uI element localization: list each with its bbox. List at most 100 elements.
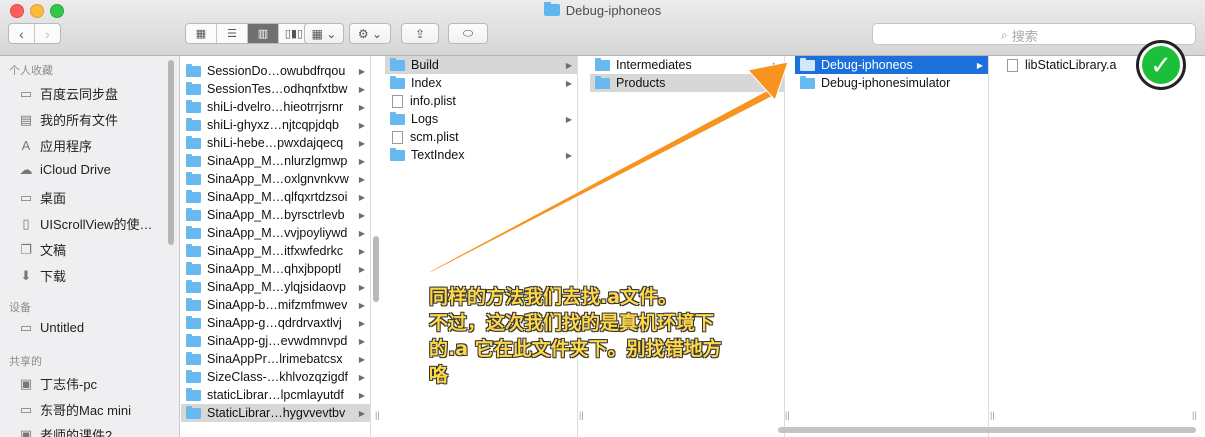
tags-button[interactable]: ⬭ <box>448 23 488 44</box>
disclosure-arrow-icon: ▶ <box>358 84 365 94</box>
back-button[interactable]: ‹ <box>9 24 35 43</box>
sidebar-item-untitled[interactable]: ▭ Untitled <box>18 320 168 335</box>
list-item[interactable]: SinaAppPr…lrimebatcsx ▶ <box>181 350 370 368</box>
folder-icon <box>186 333 201 347</box>
list-item[interactable]: Debug-iphoneos ▶ <box>795 56 988 74</box>
list-item-label: Intermediates <box>616 58 692 72</box>
forward-button[interactable]: › <box>35 24 60 43</box>
list-item[interactable]: SinaApp_M…itfxwfedrkc ▶ <box>181 242 370 260</box>
sidebar-item-applications[interactable]: A 应用程序 <box>18 136 168 155</box>
list-item[interactable]: shiLi-dvelro…hieotrrjsrnr ▶ <box>181 98 370 116</box>
sidebar-item-uiscrollview[interactable]: ▯ UIScrollView的使… <box>18 214 168 233</box>
list-item[interactable]: SinaApp_M…qhxjbpoptl ▶ <box>181 260 370 278</box>
column-5-resize-handle[interactable]: || <box>1192 410 1197 420</box>
list-item[interactable]: scm.plist <box>385 128 577 146</box>
sidebar-item-mac-mini[interactable]: ▭ 东哥的Mac mini <box>18 400 168 419</box>
sidebar-item-all-files[interactable]: ▤ 我的所有文件 <box>18 110 168 129</box>
folder-icon <box>390 111 405 125</box>
documents-icon: ❐ <box>20 241 32 257</box>
horizontal-scrollbar[interactable] <box>778 427 1196 433</box>
list-item[interactable]: Logs ▶ <box>385 110 577 128</box>
list-item[interactable]: Build ▶ <box>385 56 577 74</box>
folder-icon <box>800 75 815 89</box>
list-item[interactable]: SinaApp_M…oxlgnvnkvw ▶ <box>181 170 370 188</box>
list-item-label: SessionTes…odhqnfxtbw <box>207 82 348 96</box>
list-item[interactable]: SinaApp_M…vvjpoyliywd ▶ <box>181 224 370 242</box>
column-4-resize-handle[interactable]: || <box>990 410 995 420</box>
search-placeholder: 搜索 <box>1011 29 1038 44</box>
sidebar-item-pc[interactable]: ▣ 丁志伟-pc <box>18 374 168 393</box>
annotation-text: 同样的方法我们去找.a文件。 不过，这次我们找的是真机环境下的.a 它在此文件夹… <box>429 284 729 388</box>
folder-icon <box>186 351 201 365</box>
column-2-resize-handle[interactable]: || <box>579 410 584 420</box>
list-item[interactable]: SinaApp-b…mifzmfmwev ▶ <box>181 296 370 314</box>
disclosure-arrow-icon: ▶ <box>565 60 572 70</box>
sidebar-scrollbar[interactable] <box>168 60 174 245</box>
sidebar-item-desktop[interactable]: ▭ 桌面 <box>18 188 168 207</box>
list-item[interactable]: Index ▶ <box>385 74 577 92</box>
grid-icon: ▦ <box>195 28 207 40</box>
folder-icon <box>543 2 560 16</box>
folder-icon <box>595 75 610 89</box>
folder-icon <box>186 405 201 419</box>
sidebar-item-documents[interactable]: ❐ 文稿 <box>18 240 168 259</box>
icon-view-button[interactable]: ▦ <box>186 24 217 43</box>
list-item[interactable]: SizeClass-…khlvozqzigdf ▶ <box>181 368 370 386</box>
document-icon <box>392 94 403 108</box>
columns-icon: ▥ <box>257 28 269 40</box>
list-item[interactable]: SinaApp_M…qlfqxrtdzsoi ▶ <box>181 188 370 206</box>
folder-icon <box>390 147 405 161</box>
list-item[interactable]: Products ▶ <box>590 74 784 92</box>
list-item[interactable]: TextIndex ▶ <box>385 146 577 164</box>
list-item[interactable]: SinaApp_M…nlurzlgmwp ▶ <box>181 152 370 170</box>
list-item-label: SinaApp_M…oxlgnvnkvw <box>207 172 349 186</box>
list-item[interactable]: SessionTes…odhqnfxtbw ▶ <box>181 80 370 98</box>
list-item[interactable]: shiLi-hebe…pwxdajqecq ▶ <box>181 134 370 152</box>
list-item-label: SinaApp-g…qdrdrvaxtlvj <box>207 316 342 330</box>
folder-icon <box>186 63 201 77</box>
list-item[interactable]: SinaApp-g…qdrdrvaxtlvj ▶ <box>181 314 370 332</box>
disclosure-arrow-icon: ▶ <box>772 78 779 88</box>
list-item[interactable]: staticLibrar…lpcmlayutdf ▶ <box>181 386 370 404</box>
list-item[interactable]: shiLi-ghyxz…njtcqpjdqb ▶ <box>181 116 370 134</box>
disclosure-arrow-icon: ▶ <box>358 336 365 346</box>
pc-icon: ▣ <box>19 375 33 391</box>
sidebar-item-icloud[interactable]: ☁ iCloud Drive <box>18 162 168 177</box>
folder-icon <box>186 261 201 275</box>
list-item[interactable]: Debug-iphonesimulator <box>795 74 988 92</box>
list-item[interactable]: info.plist <box>385 92 577 110</box>
column-1-scrollbar[interactable] <box>373 236 379 302</box>
action-button[interactable]: ⚙ ⌄ <box>349 23 391 44</box>
list-item-label: SinaApp_M…qhxjbpoptl <box>207 262 342 276</box>
sidebar-item-courseware[interactable]: ▣ 老师的课件2 <box>18 425 168 437</box>
sidebar-item-label: 文稿 <box>40 243 67 258</box>
list-item-label: libStaticLibrary.a <box>1025 58 1117 72</box>
chevron-left-icon: ‹ <box>19 25 24 42</box>
list-view-button[interactable]: ☰ <box>217 24 248 43</box>
folder-icon <box>186 315 201 329</box>
list-item[interactable]: SessionDo…owubdfrqou ▶ <box>181 62 370 80</box>
share-button[interactable]: ⇪ <box>401 23 439 44</box>
list-item[interactable]: SinaApp-gj…evwdmnvpd ▶ <box>181 332 370 350</box>
disclosure-arrow-icon: ▶ <box>358 66 365 76</box>
disclosure-arrow-icon: ▶ <box>565 78 572 88</box>
disk-icon: ▭ <box>19 320 33 335</box>
list-item[interactable]: Intermediates ▶ <box>590 56 784 74</box>
list-item[interactable]: SinaApp_M…ylqjsidaovp ▶ <box>181 278 370 296</box>
list-item-label: Index <box>411 76 442 90</box>
list-item-label: SessionDo…owubdfrqou <box>207 64 346 78</box>
sidebar-item-downloads[interactable]: ⬇ 下载 <box>18 266 168 285</box>
column-view-button[interactable]: ▥ <box>248 24 279 43</box>
annotation-line-1: 同样的方法我们去找.a文件。 <box>429 286 678 308</box>
list-item[interactable]: StaticLibrar…hygvvevtbv ▶ <box>181 404 370 422</box>
arrange-button[interactable]: ▦ ⌄ <box>304 23 344 44</box>
list-item[interactable]: SinaApp_M…byrsctrlevb ▶ <box>181 206 370 224</box>
disclosure-arrow-icon: ▶ <box>358 282 365 292</box>
checkmark-icon: ✓ <box>1142 46 1180 84</box>
sidebar-item-baidu[interactable]: ▭ 百度云同步盘 <box>18 84 168 103</box>
list-item-label: SinaApp_M…byrsctrlevb <box>207 208 345 222</box>
search-field[interactable]: ⌕ 搜索 <box>872 23 1196 45</box>
disclosure-arrow-icon: ▶ <box>358 156 365 166</box>
column-1-resize-handle[interactable]: || <box>375 410 380 420</box>
column-3-resize-handle[interactable]: || <box>785 410 790 420</box>
